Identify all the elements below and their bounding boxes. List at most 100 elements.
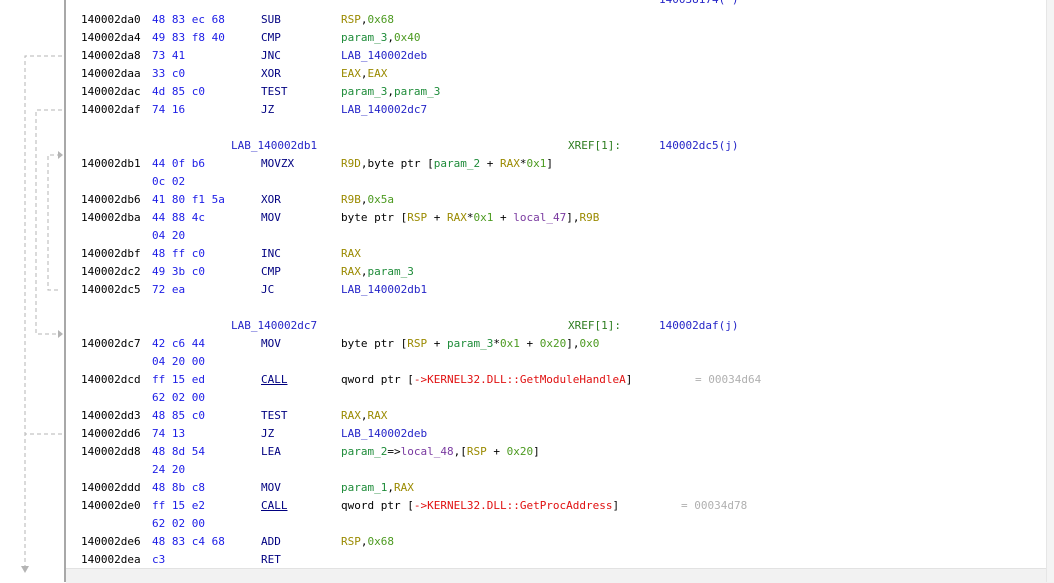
operands[interactable]: RSP,0x68: [341, 11, 394, 29]
instruction-address[interactable]: 140002db6: [81, 191, 141, 209]
instruction-row[interactable]: 140002db1 44 0f b6 MOVZX R9D,byte ptr [para…: [66, 155, 1054, 173]
operands[interactable]: param_1,RAX: [341, 479, 414, 497]
instruction-row[interactable]: 140002dc7 42 c6 44 MOV byte ptr [RSP + para…: [66, 335, 1054, 353]
horizontal-scrollbar[interactable]: [66, 568, 1054, 583]
instruction-address[interactable]: 140002da8: [81, 47, 141, 65]
operands[interactable]: EAX,EAX: [341, 65, 387, 83]
mnemonic[interactable]: MOV: [261, 335, 281, 353]
instruction-address[interactable]: 140002dc2: [81, 263, 141, 281]
instruction-address[interactable]: 140002daa: [81, 65, 141, 83]
mnemonic[interactable]: CMP: [261, 263, 281, 281]
instruction-bytes-continuation[interactable]: 0c 02: [66, 173, 1054, 191]
mnemonic[interactable]: INC: [261, 245, 281, 263]
operands[interactable]: LAB_140002db1: [341, 281, 427, 299]
instruction-row[interactable]: 140002da4 49 83 f8 40 CMP param_3,0x40: [66, 29, 1054, 47]
instruction-address[interactable]: 140002daf: [81, 101, 141, 119]
mnemonic[interactable]: CALL: [261, 371, 288, 389]
instruction-address[interactable]: 140002dd3: [81, 407, 141, 425]
mnemonic[interactable]: MOV: [261, 209, 281, 227]
instruction-address[interactable]: 140002dea: [81, 551, 141, 569]
operands[interactable]: RAX: [341, 245, 361, 263]
mnemonic[interactable]: MOV: [261, 479, 281, 497]
instruction-address[interactable]: 140002dc7: [81, 335, 141, 353]
label-row[interactable]: LAB_140002db1 XREF[1]: 140002dc5(j): [66, 137, 1054, 155]
operands[interactable]: LAB_140002deb: [341, 425, 427, 443]
instruction-row[interactable]: 140002dc5 72 ea JC LAB_140002db1: [66, 281, 1054, 299]
instruction-row[interactable]: 140002ddd 48 8b c8 MOV param_1,RAX: [66, 479, 1054, 497]
instruction-address[interactable]: 140002dac: [81, 83, 141, 101]
instruction-address[interactable]: 140002dd8: [81, 443, 141, 461]
mnemonic[interactable]: TEST: [261, 83, 288, 101]
mnemonic[interactable]: CMP: [261, 29, 281, 47]
instruction-row[interactable]: 140002daf 74 16 JZ LAB_140002dc7: [66, 101, 1054, 119]
operands[interactable]: param_3,param_3: [341, 83, 440, 101]
mnemonic[interactable]: MOVZX: [261, 155, 294, 173]
instruction-address[interactable]: 140002dc5: [81, 281, 141, 299]
instruction-address[interactable]: 140002dba: [81, 209, 141, 227]
mnemonic[interactable]: LEA: [261, 443, 281, 461]
instruction-row[interactable]: 140002db6 41 80 f1 5a XOR R9B,0x5a: [66, 191, 1054, 209]
instruction-bytes-continuation[interactable]: 62 02 00: [66, 515, 1054, 533]
operands[interactable]: RAX,RAX: [341, 407, 387, 425]
code-label[interactable]: LAB_140002dc7: [231, 317, 317, 335]
instruction-row[interactable]: 140002dd3 48 85 c0 TEST RAX,RAX: [66, 407, 1054, 425]
operands[interactable]: byte ptr [RSP + RAX*0x1 + local_47],R9B: [341, 209, 599, 227]
operands[interactable]: RAX,param_3: [341, 263, 414, 281]
operands[interactable]: param_3,0x40: [341, 29, 420, 47]
instruction-row[interactable]: 140002dcd ff 15 ed CALL qword ptr [->KERNEL…: [66, 371, 1054, 389]
mnemonic[interactable]: JNC: [261, 47, 281, 65]
operands[interactable]: R9B,0x5a: [341, 191, 394, 209]
instruction-address[interactable]: 140002db1: [81, 155, 141, 173]
label-row[interactable]: LAB_140002dc7 XREF[1]: 140002daf(j): [66, 317, 1054, 335]
instruction-row[interactable]: 140002dea c3 RET: [66, 551, 1054, 569]
instruction-bytes-continuation[interactable]: 62 02 00: [66, 389, 1054, 407]
mnemonic[interactable]: JZ: [261, 425, 274, 443]
operands[interactable]: qword ptr [->KERNEL32.DLL::GetModuleHand…: [341, 371, 632, 389]
operands[interactable]: byte ptr [RSP + param_3*0x1 + 0x20],0x0: [341, 335, 599, 353]
mnemonic[interactable]: ADD: [261, 533, 281, 551]
operands[interactable]: LAB_140002dc7: [341, 101, 427, 119]
instruction-address[interactable]: 140002da0: [81, 11, 141, 29]
mnemonic[interactable]: CALL: [261, 497, 288, 515]
mnemonic[interactable]: TEST: [261, 407, 288, 425]
operands[interactable]: R9D,byte ptr [param_2 + RAX*0x1]: [341, 155, 553, 173]
instruction-row[interactable]: 140002da0 48 83 ec 68 SUB RSP,0x68: [66, 11, 1054, 29]
mnemonic[interactable]: RET: [261, 551, 281, 569]
operands[interactable]: LAB_140002deb: [341, 47, 427, 65]
operand-token: param_3: [341, 31, 388, 44]
instruction-row[interactable]: 140002dac 4d 85 c0 TEST param_3,param_3: [66, 83, 1054, 101]
operands[interactable]: qword ptr [->KERNEL32.DLL::GetProcAddres…: [341, 497, 619, 515]
instruction-row[interactable]: 140002de0 ff 15 e2 CALL qword ptr [->KERNEL…: [66, 497, 1054, 515]
operands[interactable]: RSP,0x68: [341, 533, 394, 551]
mnemonic[interactable]: JZ: [261, 101, 274, 119]
xref-value[interactable]: 140002daf(j): [659, 317, 738, 335]
operands[interactable]: param_2=>local_48,[RSP + 0x20]: [341, 443, 540, 461]
mnemonic[interactable]: XOR: [261, 191, 281, 209]
operand-token: LAB_140002db1: [341, 283, 428, 296]
instruction-row[interactable]: 140002dc2 49 3b c0 CMP RAX,param_3: [66, 263, 1054, 281]
instruction-row[interactable]: 140002dba 44 88 4c MOV byte ptr [RSP + RAX*…: [66, 209, 1054, 227]
instruction-bytes-continuation[interactable]: 04 20 00: [66, 353, 1054, 371]
xref-value[interactable]: 140002dc5(j): [659, 137, 738, 155]
instruction-row[interactable]: 140002daa 33 c0 XOR EAX,EAX: [66, 65, 1054, 83]
vertical-scrollbar[interactable]: [1046, 0, 1054, 582]
instruction-address[interactable]: 140002de6: [81, 533, 141, 551]
mnemonic[interactable]: SUB: [261, 11, 281, 29]
instruction-address[interactable]: 140002de0: [81, 497, 141, 515]
disassembly-listing[interactable]: 140038174(*) 140002da0 48 83 ec 68 SUB RSP,…: [66, 0, 1054, 582]
instruction-row[interactable]: 140002dd6 74 13 JZ LAB_140002deb: [66, 425, 1054, 443]
instruction-address[interactable]: 140002dd6: [81, 425, 141, 443]
instruction-address[interactable]: 140002dbf: [81, 245, 141, 263]
instruction-row[interactable]: 140002dd8 48 8d 54 LEA param_2=>local_48,[R…: [66, 443, 1054, 461]
mnemonic[interactable]: JC: [261, 281, 274, 299]
instruction-bytes-continuation[interactable]: 24 20: [66, 461, 1054, 479]
instruction-address[interactable]: 140002dcd: [81, 371, 141, 389]
mnemonic[interactable]: XOR: [261, 65, 281, 83]
instruction-address[interactable]: 140002ddd: [81, 479, 141, 497]
instruction-row[interactable]: 140002de6 48 83 c4 68 ADD RSP,0x68: [66, 533, 1054, 551]
instruction-row[interactable]: 140002da8 73 41 JNC LAB_140002deb: [66, 47, 1054, 65]
instruction-bytes-continuation[interactable]: 04 20: [66, 227, 1054, 245]
instruction-address[interactable]: 140002da4: [81, 29, 141, 47]
code-label[interactable]: LAB_140002db1: [231, 137, 317, 155]
instruction-row[interactable]: 140002dbf 48 ff c0 INC RAX: [66, 245, 1054, 263]
